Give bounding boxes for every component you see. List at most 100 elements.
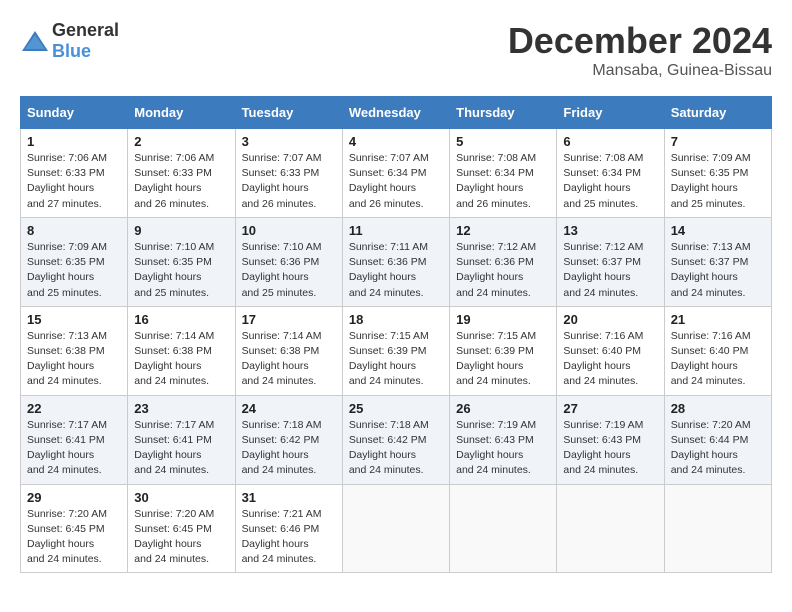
day-number: 22 [27, 401, 121, 416]
weekday-header-saturday: Saturday [664, 97, 771, 129]
day-number: 14 [671, 223, 765, 238]
calendar-cell: 6 Sunrise: 7:08 AMSunset: 6:34 PMDayligh… [557, 129, 664, 218]
calendar-cell: 20 Sunrise: 7:16 AMSunset: 6:40 PMDaylig… [557, 306, 664, 395]
calendar-cell: 30 Sunrise: 7:20 AMSunset: 6:45 PMDaylig… [128, 484, 235, 573]
day-number: 18 [349, 312, 443, 327]
day-number: 23 [134, 401, 228, 416]
weekday-header-sunday: Sunday [21, 97, 128, 129]
weekday-header-friday: Friday [557, 97, 664, 129]
day-info: Sunrise: 7:18 AMSunset: 6:42 PMDaylight … [349, 418, 443, 479]
calendar-cell: 10 Sunrise: 7:10 AMSunset: 6:36 PMDaylig… [235, 217, 342, 306]
day-number: 3 [242, 134, 336, 149]
day-info: Sunrise: 7:14 AMSunset: 6:38 PMDaylight … [134, 329, 228, 390]
calendar-cell: 22 Sunrise: 7:17 AMSunset: 6:41 PMDaylig… [21, 395, 128, 484]
day-info: Sunrise: 7:19 AMSunset: 6:43 PMDaylight … [456, 418, 550, 479]
day-number: 16 [134, 312, 228, 327]
day-number: 15 [27, 312, 121, 327]
day-info: Sunrise: 7:15 AMSunset: 6:39 PMDaylight … [456, 329, 550, 390]
day-info: Sunrise: 7:10 AMSunset: 6:35 PMDaylight … [134, 240, 228, 301]
day-info: Sunrise: 7:16 AMSunset: 6:40 PMDaylight … [563, 329, 657, 390]
day-info: Sunrise: 7:15 AMSunset: 6:39 PMDaylight … [349, 329, 443, 390]
calendar-cell: 27 Sunrise: 7:19 AMSunset: 6:43 PMDaylig… [557, 395, 664, 484]
day-info: Sunrise: 7:17 AMSunset: 6:41 PMDaylight … [27, 418, 121, 479]
calendar-cell: 24 Sunrise: 7:18 AMSunset: 6:42 PMDaylig… [235, 395, 342, 484]
calendar-cell: 3 Sunrise: 7:07 AMSunset: 6:33 PMDayligh… [235, 129, 342, 218]
day-number: 27 [563, 401, 657, 416]
day-info: Sunrise: 7:18 AMSunset: 6:42 PMDaylight … [242, 418, 336, 479]
page-header: General Blue December 2024 Mansaba, Guin… [20, 20, 772, 80]
weekday-header-tuesday: Tuesday [235, 97, 342, 129]
day-info: Sunrise: 7:07 AMSunset: 6:34 PMDaylight … [349, 151, 443, 212]
calendar-cell: 31 Sunrise: 7:21 AMSunset: 6:46 PMDaylig… [235, 484, 342, 573]
month-title: December 2024 [508, 20, 772, 62]
calendar-cell: 25 Sunrise: 7:18 AMSunset: 6:42 PMDaylig… [342, 395, 449, 484]
day-number: 4 [349, 134, 443, 149]
calendar-cell: 15 Sunrise: 7:13 AMSunset: 6:38 PMDaylig… [21, 306, 128, 395]
calendar-cell [450, 484, 557, 573]
day-number: 24 [242, 401, 336, 416]
day-number: 29 [27, 490, 121, 505]
calendar-cell: 8 Sunrise: 7:09 AMSunset: 6:35 PMDayligh… [21, 217, 128, 306]
day-number: 21 [671, 312, 765, 327]
day-number: 1 [27, 134, 121, 149]
day-number: 8 [27, 223, 121, 238]
calendar-cell: 5 Sunrise: 7:08 AMSunset: 6:34 PMDayligh… [450, 129, 557, 218]
day-info: Sunrise: 7:08 AMSunset: 6:34 PMDaylight … [563, 151, 657, 212]
day-number: 2 [134, 134, 228, 149]
day-number: 6 [563, 134, 657, 149]
title-area: December 2024 Mansaba, Guinea-Bissau [508, 20, 772, 80]
day-number: 17 [242, 312, 336, 327]
location-subtitle: Mansaba, Guinea-Bissau [508, 62, 772, 80]
calendar-cell: 18 Sunrise: 7:15 AMSunset: 6:39 PMDaylig… [342, 306, 449, 395]
day-number: 10 [242, 223, 336, 238]
day-info: Sunrise: 7:12 AMSunset: 6:36 PMDaylight … [456, 240, 550, 301]
calendar-cell: 11 Sunrise: 7:11 AMSunset: 6:36 PMDaylig… [342, 217, 449, 306]
day-number: 26 [456, 401, 550, 416]
calendar-cell: 7 Sunrise: 7:09 AMSunset: 6:35 PMDayligh… [664, 129, 771, 218]
calendar-cell: 21 Sunrise: 7:16 AMSunset: 6:40 PMDaylig… [664, 306, 771, 395]
day-number: 30 [134, 490, 228, 505]
logo-text-general: General [52, 20, 119, 40]
calendar-cell: 26 Sunrise: 7:19 AMSunset: 6:43 PMDaylig… [450, 395, 557, 484]
day-info: Sunrise: 7:20 AMSunset: 6:45 PMDaylight … [27, 507, 121, 568]
day-number: 20 [563, 312, 657, 327]
day-info: Sunrise: 7:09 AMSunset: 6:35 PMDaylight … [27, 240, 121, 301]
day-number: 11 [349, 223, 443, 238]
calendar-cell: 9 Sunrise: 7:10 AMSunset: 6:35 PMDayligh… [128, 217, 235, 306]
day-number: 25 [349, 401, 443, 416]
day-info: Sunrise: 7:21 AMSunset: 6:46 PMDaylight … [242, 507, 336, 568]
calendar-cell [664, 484, 771, 573]
weekday-header-thursday: Thursday [450, 97, 557, 129]
calendar-cell: 13 Sunrise: 7:12 AMSunset: 6:37 PMDaylig… [557, 217, 664, 306]
day-info: Sunrise: 7:14 AMSunset: 6:38 PMDaylight … [242, 329, 336, 390]
day-number: 31 [242, 490, 336, 505]
day-number: 19 [456, 312, 550, 327]
day-info: Sunrise: 7:12 AMSunset: 6:37 PMDaylight … [563, 240, 657, 301]
calendar-cell: 12 Sunrise: 7:12 AMSunset: 6:36 PMDaylig… [450, 217, 557, 306]
calendar-cell: 16 Sunrise: 7:14 AMSunset: 6:38 PMDaylig… [128, 306, 235, 395]
calendar-cell: 23 Sunrise: 7:17 AMSunset: 6:41 PMDaylig… [128, 395, 235, 484]
day-number: 9 [134, 223, 228, 238]
day-info: Sunrise: 7:09 AMSunset: 6:35 PMDaylight … [671, 151, 765, 212]
day-info: Sunrise: 7:20 AMSunset: 6:45 PMDaylight … [134, 507, 228, 568]
calendar-cell: 17 Sunrise: 7:14 AMSunset: 6:38 PMDaylig… [235, 306, 342, 395]
day-info: Sunrise: 7:06 AMSunset: 6:33 PMDaylight … [27, 151, 121, 212]
logo: General Blue [20, 20, 119, 62]
day-info: Sunrise: 7:19 AMSunset: 6:43 PMDaylight … [563, 418, 657, 479]
logo-icon [20, 29, 50, 53]
calendar-cell: 4 Sunrise: 7:07 AMSunset: 6:34 PMDayligh… [342, 129, 449, 218]
day-info: Sunrise: 7:11 AMSunset: 6:36 PMDaylight … [349, 240, 443, 301]
day-info: Sunrise: 7:08 AMSunset: 6:34 PMDaylight … [456, 151, 550, 212]
calendar-cell: 28 Sunrise: 7:20 AMSunset: 6:44 PMDaylig… [664, 395, 771, 484]
calendar-table: SundayMondayTuesdayWednesdayThursdayFrid… [20, 96, 772, 573]
calendar-cell: 2 Sunrise: 7:06 AMSunset: 6:33 PMDayligh… [128, 129, 235, 218]
day-info: Sunrise: 7:06 AMSunset: 6:33 PMDaylight … [134, 151, 228, 212]
day-number: 28 [671, 401, 765, 416]
day-number: 7 [671, 134, 765, 149]
calendar-cell [342, 484, 449, 573]
day-info: Sunrise: 7:13 AMSunset: 6:38 PMDaylight … [27, 329, 121, 390]
day-info: Sunrise: 7:13 AMSunset: 6:37 PMDaylight … [671, 240, 765, 301]
day-number: 13 [563, 223, 657, 238]
day-info: Sunrise: 7:07 AMSunset: 6:33 PMDaylight … [242, 151, 336, 212]
calendar-cell: 29 Sunrise: 7:20 AMSunset: 6:45 PMDaylig… [21, 484, 128, 573]
